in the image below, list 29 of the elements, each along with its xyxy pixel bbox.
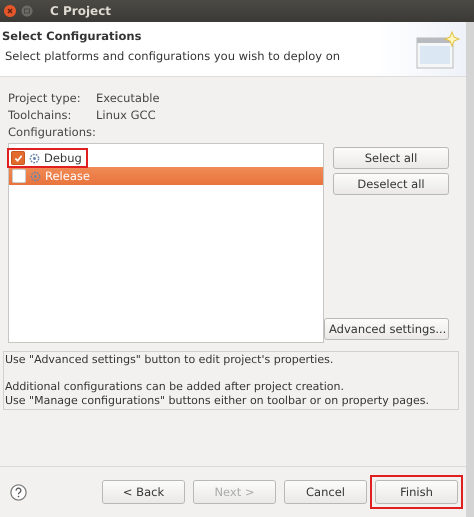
configuration-name: Release [45, 169, 90, 183]
gear-icon [29, 152, 40, 164]
info-label: Project type: [8, 91, 82, 105]
check-icon [14, 154, 22, 162]
checkbox[interactable] [11, 151, 25, 165]
list-action-button[interactable]: Select all [333, 147, 449, 169]
info-value: Linux GCC [96, 108, 157, 122]
info-label: Configurations: [8, 125, 96, 139]
configuration-item[interactable]: Debug [9, 149, 323, 167]
advanced-settings-button[interactable]: Advanced settings... [324, 318, 449, 340]
wizard-button[interactable]: Cancel [284, 480, 367, 504]
info-value: Executable [96, 91, 161, 105]
list-action-button[interactable]: Deselect all [333, 173, 449, 195]
window-title: C Project [50, 4, 112, 18]
wizard-button[interactable]: < Back [102, 480, 185, 504]
description-text: Additional configurations can be added after project creation. [5, 380, 345, 394]
gear-icon [30, 170, 41, 182]
configuration-name: Debug [44, 151, 82, 165]
description-text: Use "Manage configurations" buttons either on toolbar or on property pages. [5, 394, 430, 407]
close-icon[interactable] [4, 5, 16, 17]
description-text: Use "Advanced settings" button to edit project's properties. [5, 353, 334, 366]
window-icon [416, 30, 460, 70]
checkbox[interactable] [12, 169, 26, 183]
wizard-button[interactable]: Finish [375, 480, 458, 504]
info-label: Toolchains: [8, 108, 72, 122]
help-icon[interactable] [10, 484, 27, 500]
header-title: Select Configurations [2, 29, 142, 43]
minimize-icon[interactable] [21, 5, 33, 17]
header-subtitle: Select platforms and configurations you wish to deploy on [5, 49, 340, 63]
